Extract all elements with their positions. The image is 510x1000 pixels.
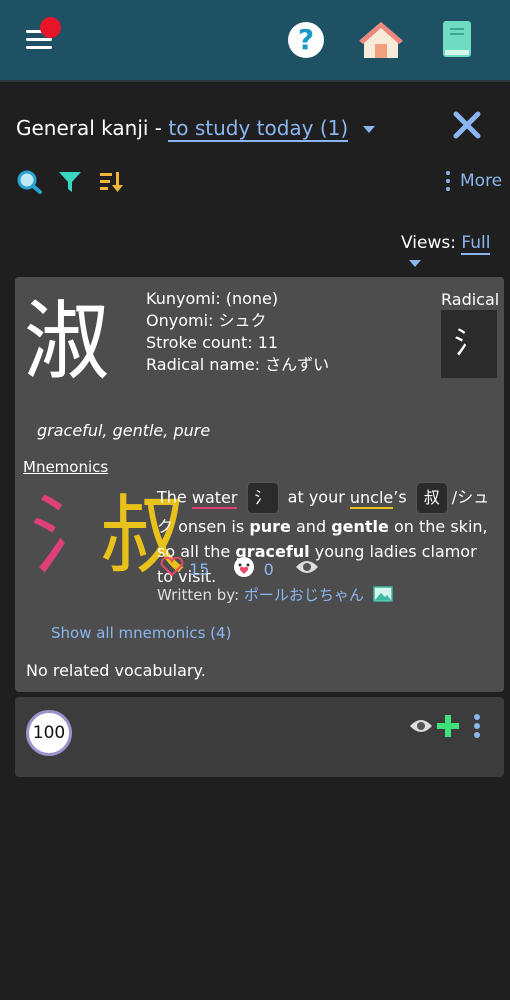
component-chip-uncle[interactable]: 叔 (415, 482, 448, 514)
page-title-prefix: General kanji - (16, 116, 163, 140)
component-chip-water[interactable]: 氵 (246, 482, 279, 514)
mnemonic-keyword-water: water (191, 487, 238, 509)
no-vocabulary-text: No related vocabulary. (26, 661, 206, 680)
mnemonic-text-part: The (157, 487, 187, 507)
likes-count: 15 (189, 559, 210, 579)
mnemonics-title[interactable]: Mnemonics (23, 458, 108, 476)
mnemonic-keyword-pure: pure (249, 517, 291, 536)
face-heart-icon[interactable] (233, 556, 255, 582)
eye-icon[interactable] (409, 717, 433, 739)
more-button[interactable]: More (446, 171, 502, 191)
mnemonic-keyword-uncle: uncle (349, 487, 394, 509)
views-label: Views: (401, 233, 456, 253)
stroke-count: Stroke count: 11 (146, 333, 279, 352)
kanji-character: 淑 (24, 292, 110, 392)
chevron-down-icon[interactable] (409, 259, 421, 267)
study-filter-dropdown[interactable]: to study today (1) (168, 116, 349, 142)
onyomi: Onyomi: シュク (146, 311, 267, 330)
views-dropdown[interactable]: Full (461, 233, 491, 255)
page-title: General kanji - to study today (1) (16, 116, 375, 142)
book-icon[interactable] (442, 20, 472, 62)
views-selector: Views: Full (401, 233, 510, 273)
mnemonic-text-part: and (296, 517, 327, 536)
image-icon[interactable] (372, 585, 393, 606)
radical-name: Radical name: さんずい (146, 355, 330, 374)
show-all-mnemonics-link[interactable]: Show all mnemonics (4) (51, 624, 231, 642)
radical-character[interactable]: 氵 (441, 310, 497, 378)
sort-icon[interactable] (100, 170, 124, 198)
home-icon[interactable] (358, 20, 404, 64)
kunyomi: Kunyomi: (none) (146, 289, 279, 308)
vertical-dots-icon (446, 171, 450, 191)
mnemonic-stats: 15 0 (160, 556, 319, 582)
eye-icon[interactable] (295, 558, 319, 580)
radical-label: Radical (441, 290, 500, 309)
plus-icon[interactable] (436, 714, 460, 742)
written-by: Written by: ポールおじちゃん (157, 584, 393, 606)
written-by-label: Written by: (157, 586, 240, 604)
mnemonic-text-part: at your (287, 487, 345, 507)
kanji-meanings: graceful, gentle, pure (37, 421, 211, 440)
mnemonic-keyword-gentle: gentle (331, 517, 389, 536)
question-mark-icon[interactable]: ? (288, 22, 324, 58)
heart-icon[interactable] (160, 556, 184, 581)
vertical-dots-icon[interactable] (474, 714, 480, 738)
top-bar: ? (0, 0, 510, 82)
level-badge: 100 (26, 710, 72, 756)
close-icon[interactable] (452, 110, 482, 140)
filter-icon[interactable] (58, 170, 82, 198)
notification-badge (40, 17, 61, 38)
search-icon[interactable] (17, 170, 43, 198)
more-label: More (460, 171, 503, 191)
reactions-count: 0 (263, 559, 274, 579)
mnemonic-text-part: ’s (393, 487, 407, 507)
chevron-down-icon[interactable] (362, 126, 375, 133)
author-link[interactable]: ポールおじちゃん (244, 586, 364, 604)
kanji-info: Kunyomi: (none) Onyomi: シュク Stroke count… (146, 288, 329, 376)
